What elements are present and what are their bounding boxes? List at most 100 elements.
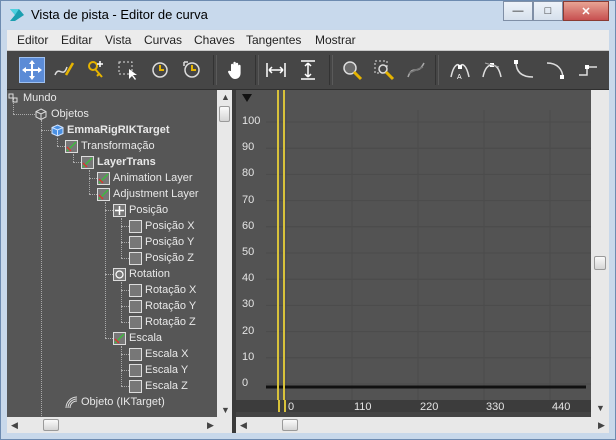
isolate-curve-button[interactable] (403, 57, 429, 83)
float-track-icon (129, 379, 142, 393)
tangent-slow-button[interactable] (543, 57, 569, 83)
tree-node-label: Posição Y (145, 236, 195, 248)
scroll-right-icon[interactable]: ▶ (207, 420, 214, 431)
frame-horizontal-button[interactable] (263, 57, 289, 83)
tree-node-world[interactable]: Mundo (7, 90, 57, 106)
tree-node-ik-target[interactable]: Objeto (IKTarget) (65, 394, 165, 410)
tree-node-label: Animation Layer (113, 172, 193, 184)
world-icon (7, 92, 20, 105)
tree-node-objects[interactable]: Objetos (35, 106, 89, 122)
graph-horizontal-scrollbar[interactable]: ◀ ▶ (236, 417, 609, 433)
float-track-icon (129, 363, 142, 377)
tree-vertical-scrollbar[interactable]: ▲ ▼ (217, 90, 232, 417)
tree-node-layer-trans[interactable]: LayerTrans (81, 154, 156, 170)
y-tick-label: 90 (242, 141, 255, 154)
tree-node-scale-y[interactable]: Escala Y (129, 362, 188, 378)
add-keys-button[interactable] (83, 57, 109, 83)
objects-icon (35, 107, 48, 121)
tangent-fast-icon (514, 60, 534, 78)
move-keys-icon (22, 60, 42, 80)
y-tick-label: 10 (242, 350, 255, 363)
curve-graph[interactable]: 100 90 80 70 60 50 40 30 20 10 0 (236, 90, 591, 400)
tree-node-position-x[interactable]: Posição X (129, 218, 195, 234)
menu-curvas[interactable]: Curvas (144, 33, 182, 47)
controller-tree: Mundo Objetos EmmaRigRIKTarget Transform… (7, 90, 217, 417)
scroll-down-icon[interactable]: ▼ (596, 403, 605, 413)
tree-node-scale-z[interactable]: Escala Z (129, 378, 188, 394)
tree-node-label: Escala X (145, 348, 189, 360)
graph-vertical-scrollbar[interactable]: ▼ (591, 90, 609, 417)
tree-node-label: Posição (129, 204, 169, 216)
tree-node-adjustment-layer[interactable]: Adjustment Layer (97, 186, 199, 202)
time-ruler[interactable]: 0 110 220 330 440 (236, 400, 591, 413)
tree-node-label: Objeto (IKTarget) (81, 396, 165, 408)
tree-node-animation-layer[interactable]: Animation Layer (97, 170, 193, 186)
tree-node-scale[interactable]: Escala (113, 330, 162, 346)
tree-scroll-thumb[interactable] (219, 106, 230, 122)
title-bar[interactable]: Vista de pista - Editor de curva — □ ✕ (1, 1, 615, 29)
scroll-down-icon[interactable]: ▼ (221, 405, 230, 415)
tree-hscroll-thumb[interactable] (43, 419, 59, 431)
retime-button[interactable] (147, 57, 173, 83)
time-marker-icon[interactable] (242, 94, 252, 102)
tangent-spline-button[interactable] (479, 57, 505, 83)
tree-node-label: Objetos (51, 108, 89, 120)
menu-editor[interactable]: Editor (17, 33, 48, 47)
tree-node-label: Posição X (145, 220, 195, 232)
y-tick-label: 70 (242, 193, 255, 206)
retime-all-button[interactable] (179, 57, 205, 83)
graph-hscroll-thumb[interactable] (282, 419, 298, 431)
draw-curves-button[interactable] (51, 57, 77, 83)
menu-chaves[interactable]: Chaves (194, 33, 235, 47)
minimize-button[interactable]: — (503, 1, 533, 21)
tree-node-position-y[interactable]: Posição Y (129, 234, 194, 250)
isolate-curve-icon (407, 62, 425, 78)
tree-horizontal-scrollbar[interactable]: ◀ ▶ (7, 417, 232, 433)
tree-node-label: Rotação Z (145, 316, 196, 328)
frame-value-button[interactable] (295, 57, 321, 83)
tree-node-scale-x[interactable]: Escala X (129, 346, 188, 362)
zoom-region-icon (374, 60, 395, 81)
pan-button[interactable] (223, 57, 249, 83)
scroll-up-icon[interactable]: ▲ (221, 92, 230, 102)
minimize-icon: — (512, 5, 524, 17)
tree-node-rotation-z[interactable]: Rotação Z (129, 314, 196, 330)
menu-vista[interactable]: Vista (105, 33, 131, 47)
float-track-icon (129, 283, 142, 297)
y-tick-label: 80 (242, 167, 255, 180)
tree-node-label: Escala (129, 332, 163, 344)
tree-node-label: Rotação X (145, 284, 197, 296)
graph-vscroll-thumb[interactable] (594, 256, 606, 270)
add-keys-icon (88, 61, 103, 78)
zoom-region-button[interactable] (371, 57, 397, 83)
scroll-left-icon[interactable]: ◀ (240, 420, 247, 431)
curve-graph-canvas[interactable] (236, 90, 591, 400)
tree-node-emma-rig[interactable]: EmmaRigRIKTarget (51, 122, 169, 138)
menu-tangentes[interactable]: Tangentes (246, 33, 301, 47)
tangent-fast-button[interactable] (511, 57, 537, 83)
float-track-icon (129, 235, 142, 249)
maximize-button[interactable]: □ (533, 1, 563, 21)
tree-node-position[interactable]: Posição (113, 202, 168, 218)
tree-node-rotation-y[interactable]: Rotação Y (129, 298, 196, 314)
tangent-auto-button[interactable]: A (447, 57, 473, 83)
close-icon: ✕ (581, 5, 591, 18)
draw-curves-icon (54, 62, 75, 76)
region-select-button[interactable] (115, 57, 141, 83)
scroll-right-icon[interactable]: ▶ (598, 420, 605, 431)
tree-node-rotation-x[interactable]: Rotação X (129, 282, 196, 298)
tree-node-rotation[interactable]: Rotation (113, 266, 170, 282)
zoom-button[interactable] (339, 57, 365, 83)
tree-node-label: Mundo (23, 92, 57, 104)
menu-editar[interactable]: Editar (61, 33, 92, 47)
tangent-step-button[interactable] (575, 57, 601, 83)
tree-node-transform[interactable]: Transformação (65, 138, 155, 154)
move-keys-button[interactable] (19, 57, 45, 83)
maximize-icon: □ (544, 5, 552, 17)
close-button[interactable]: ✕ (563, 1, 609, 21)
scroll-left-icon[interactable]: ◀ (11, 420, 18, 431)
tree-node-position-z[interactable]: Posição Z (129, 250, 194, 266)
menu-mostrar[interactable]: Mostrar (315, 33, 356, 47)
retime-icon (152, 62, 168, 78)
object-cube-icon (51, 123, 64, 137)
